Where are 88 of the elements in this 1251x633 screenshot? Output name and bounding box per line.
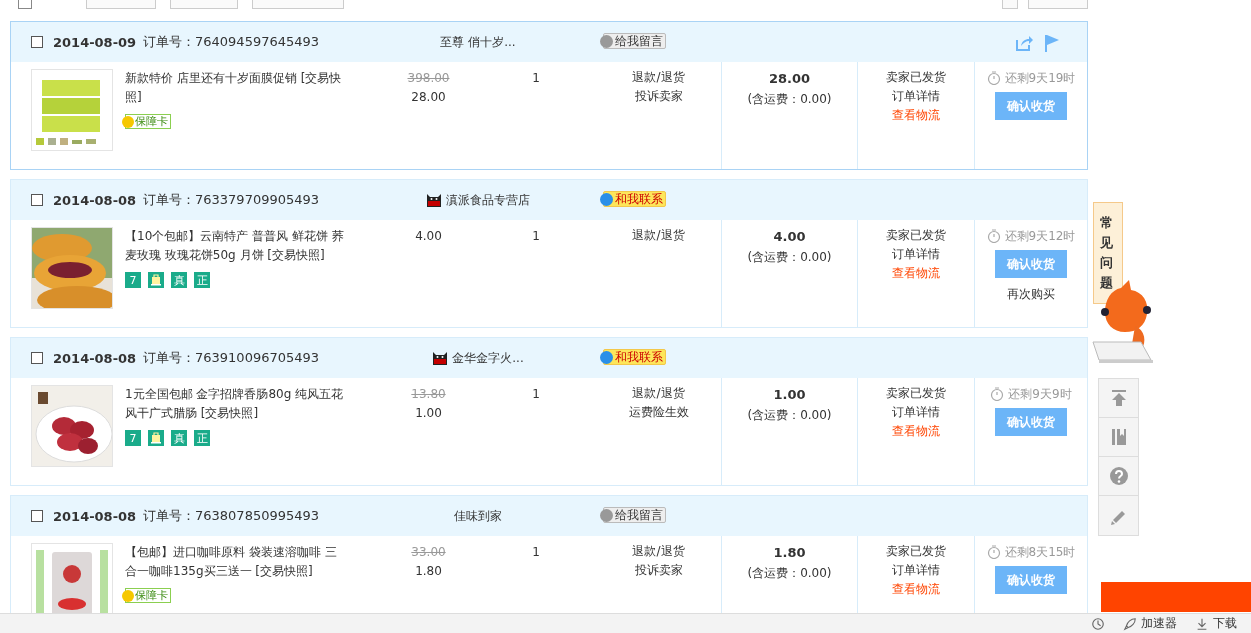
checkbox[interactable] [31,352,43,364]
view-logistics-link[interactable]: 查看物流 [892,107,940,124]
unit-price: 4.00 [414,228,443,245]
faq-tab[interactable]: 常见问题 [1093,202,1123,304]
quantity: 1 [532,71,540,85]
order-number: 订单号：763807850995493 [143,507,321,525]
shipping-fee: (含运费：0.00) [746,407,833,424]
remaining-time: 还剩8天15时 [1004,544,1076,561]
total-price: 1.00 [772,386,807,404]
order-date: 2014-08-08 [53,508,138,524]
accelerator-label[interactable]: 加速器 [1141,615,1177,632]
remaining-time: 还剩9天19时 [1004,70,1076,87]
order-action-link[interactable]: 运费险生效 [628,404,689,421]
quantity: 1 [532,545,540,559]
remaining-time: 还剩9天9时 [1008,386,1072,403]
order-status: 卖家已发货 [886,69,946,86]
shipping-fee: (含运费：0.00) [746,565,833,582]
order-action-link[interactable]: 投诉卖家 [634,562,683,579]
guarantee-card-badge[interactable]: 保障卡 [125,588,171,603]
shipping-fee: (含运费：0.00) [746,91,833,108]
order-action-link[interactable]: 投诉卖家 [634,88,683,105]
shop-name[interactable]: 金华金字火... [452,349,524,367]
total-price: 28.00 [767,70,812,88]
contact-seller-button[interactable]: 给我留言 [603,507,666,524]
back-to-top-button[interactable] [1099,379,1138,418]
stopwatch-icon [986,545,1001,559]
unit-price: 1.00 [414,405,443,422]
total-price: 4.00 [772,228,807,246]
order-status: 卖家已发货 [886,543,946,560]
shop-name[interactable]: 滇派食品专营店 [446,191,530,209]
order-number: 订单号：763910096705493 [143,349,321,367]
checkbox[interactable] [31,194,43,206]
flag-icon[interactable] [1043,34,1061,52]
product-title-link[interactable]: 1元全国包邮 金字招牌香肠80g 纯风五花风干广式腊肠 [交易快照] [125,385,345,423]
quantity: 1 [532,229,540,243]
guarantee-card-badge[interactable]: 保障卡 [125,114,171,129]
view-logistics-link[interactable]: 查看物流 [892,581,940,598]
share-icon[interactable] [1015,34,1033,52]
order-details-link[interactable]: 订单详情 [892,88,940,105]
quantity: 1 [532,387,540,401]
bag-badge-icon[interactable] [148,430,164,446]
order-action-link[interactable]: 退款/退货 [632,543,685,560]
shipping-fee: (含运费：0.00) [746,249,833,266]
original-price: 33.00 [410,544,447,561]
original-price: 13.80 [410,386,447,403]
help-button[interactable] [1099,457,1138,496]
contact-seller-button[interactable]: 和我联系 [603,191,666,208]
contact-seller-button[interactable]: 给我留言 [603,33,666,50]
cat-badge-icon [426,192,442,208]
order-status: 卖家已发货 [886,385,946,402]
view-logistics-link[interactable]: 查看物流 [892,265,940,282]
product-title-link[interactable]: 【10个包邮】云南特产 普普风 鲜花饼 荞麦玫瑰 玫瑰花饼50g 月饼 [交易快照] [125,227,345,265]
order-details-link[interactable]: 订单详情 [892,562,940,579]
order-number: 订单号：764094597645493 [143,33,321,51]
help-icon [1108,466,1129,486]
order-number: 订单号：763379709905493 [143,191,321,209]
stopwatch-icon [990,387,1005,401]
download-icon[interactable] [1195,616,1209,631]
unit-price: 1.80 [414,563,443,580]
product-title-link[interactable]: 【包邮】进口咖啡原料 袋装速溶咖啡 三合一咖啡135g买三送一 [交易快照] [125,543,345,581]
order-action-link[interactable]: 退款/退货 [632,227,685,244]
original-price: 398.00 [406,70,451,87]
stopwatch-icon [986,71,1001,85]
checkbox[interactable] [31,510,43,522]
order-details-link[interactable]: 订单详情 [892,404,940,421]
total-price: 1.80 [772,544,807,562]
remaining-time: 还剩9天12时 [1004,228,1076,245]
shop-name[interactable]: 佳味到家 [454,507,502,525]
bookmark-button[interactable] [1099,418,1138,457]
download-label[interactable]: 下载 [1213,615,1237,632]
shop-name[interactable]: 至尊 俏十岁... [440,33,516,51]
unit-price: 28.00 [410,89,447,106]
cat-badge-icon [432,350,449,366]
order-date: 2014-08-08 [53,192,138,208]
checkbox[interactable] [31,36,43,48]
bag-badge-icon[interactable] [148,272,164,288]
view-logistics-link[interactable]: 查看物流 [892,423,940,440]
buy-again-link[interactable]: 再次购买 [1007,285,1055,303]
order-action-link[interactable]: 退款/退货 [632,69,685,86]
stopwatch-icon [986,229,1001,243]
order-action-link[interactable]: 退款/退货 [632,385,685,402]
order-status: 卖家已发货 [886,227,946,244]
contact-seller-button[interactable]: 和我联系 [603,349,666,366]
feedback-button[interactable] [1099,496,1138,535]
order-date: 2014-08-09 [53,34,138,50]
product-title-link[interactable]: 新款特价 店里还有十岁面膜促销 [交易快照] [125,69,345,107]
order-date: 2014-08-08 [53,350,138,366]
order-details-link[interactable]: 订单详情 [892,246,940,263]
